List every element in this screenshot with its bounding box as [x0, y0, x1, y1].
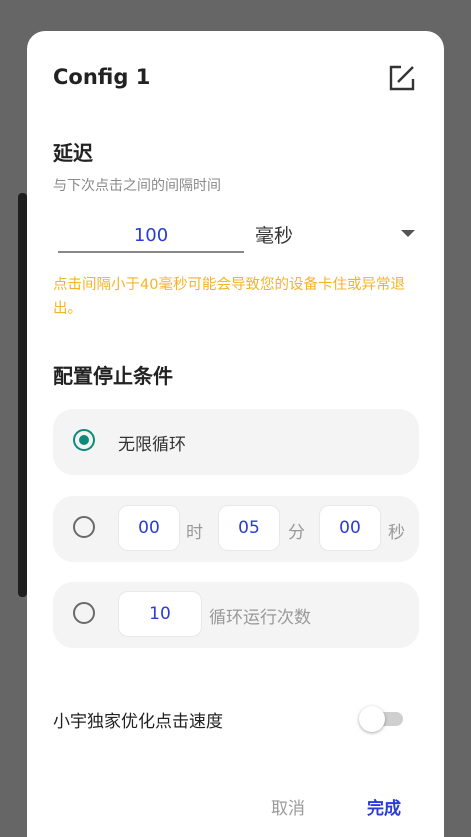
- config-dialog: Config 1 延迟 与下次点击之间的间隔时间 毫秒 点击间隔小于40毫秒可能…: [27, 31, 444, 837]
- stop-option-timer[interactable]: 00 时 05 分 00 秒: [53, 496, 419, 562]
- optimize-label: 小宇独家优化点击速度: [53, 712, 223, 732]
- delay-warning: 点击间隔小于40毫秒可能会导致您的设备卡住或异常退出。: [53, 277, 405, 317]
- optimize-toggle[interactable]: [359, 706, 405, 732]
- cancel-button[interactable]: 取消: [271, 794, 305, 819]
- delay-unit-select[interactable]: 毫秒: [255, 217, 415, 251]
- delay-unit-label: 毫秒: [255, 225, 294, 247]
- minutes-input[interactable]: 05: [218, 505, 280, 551]
- delay-input[interactable]: [58, 219, 244, 253]
- stop-option-count[interactable]: 10 循环运行次数: [53, 582, 419, 648]
- hours-unit: 时: [186, 523, 203, 543]
- edit-icon[interactable]: [387, 63, 417, 93]
- hours-input[interactable]: 00: [118, 505, 180, 551]
- count-input[interactable]: 10: [118, 591, 202, 637]
- radio-count[interactable]: [73, 602, 95, 624]
- delay-subtitle: 与下次点击之间的间隔时间: [53, 178, 221, 194]
- seconds-input[interactable]: 00: [319, 505, 381, 551]
- stop-condition-title: 配置停止条件: [53, 364, 173, 388]
- minutes-unit: 分: [288, 523, 305, 543]
- radio-infinite[interactable]: [73, 429, 95, 451]
- toggle-thumb: [359, 706, 385, 732]
- count-label: 循环运行次数: [209, 608, 311, 628]
- radio-timer[interactable]: [73, 516, 95, 538]
- dialog-title: Config 1: [53, 65, 151, 89]
- infinite-label: 无限循环: [118, 435, 186, 455]
- stop-option-infinite[interactable]: 无限循环: [53, 409, 419, 475]
- done-button[interactable]: 完成: [367, 794, 401, 819]
- seconds-unit: 秒: [388, 523, 405, 543]
- dropdown-arrow-icon: [401, 230, 415, 237]
- delay-title: 延迟: [53, 141, 93, 165]
- background-app-edge: [18, 193, 27, 597]
